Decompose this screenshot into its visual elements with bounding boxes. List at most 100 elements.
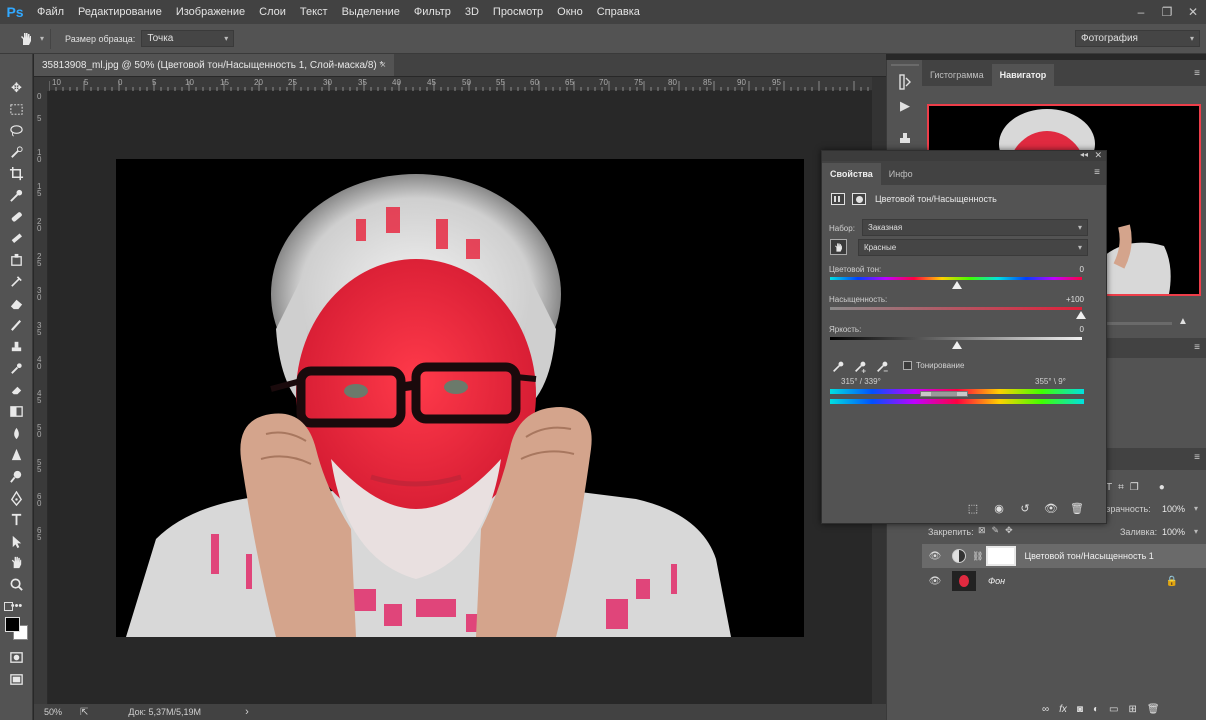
menu-layers[interactable]: Слои	[252, 6, 293, 18]
add-mask-icon[interactable]: ◙	[1077, 704, 1083, 715]
foreground-color-swatch[interactable]	[5, 617, 20, 632]
layer-thumbnail[interactable]	[952, 571, 976, 591]
channel-select[interactable]: Красные ▾	[858, 239, 1088, 256]
close-window-button[interactable]: ✕	[1180, 5, 1206, 19]
document-tab[interactable]: 35813908_ml.jpg @ 50% (Цветовой тон/Насы…	[34, 54, 394, 76]
new-layer-icon[interactable]: ⊞	[1128, 704, 1136, 715]
menu-window[interactable]: Окно	[550, 6, 590, 18]
quick-selection-tool-icon[interactable]	[6, 143, 27, 162]
eyedropper-minus-icon[interactable]	[876, 360, 889, 376]
opacity-value[interactable]: 100%	[1162, 504, 1185, 514]
dodge-tool-icon[interactable]	[6, 467, 27, 486]
filter-toggle-icon[interactable]: ●	[1159, 482, 1165, 493]
current-tool-icon[interactable]	[12, 31, 40, 47]
stamp-tool-icon[interactable]	[6, 337, 27, 356]
lock-position-icon[interactable]: ✥	[1005, 525, 1013, 536]
menu-select[interactable]: Выделение	[335, 6, 407, 18]
new-group-icon[interactable]: ▭	[1109, 704, 1118, 715]
link-layers-icon[interactable]: ∞	[1042, 704, 1049, 715]
lightness-value[interactable]: 0	[1080, 325, 1084, 334]
eyedropper-icon[interactable]	[832, 360, 845, 376]
brush-tool-icon[interactable]	[6, 229, 27, 248]
sharpen-tool-icon[interactable]	[6, 445, 27, 464]
restore-button[interactable]: ❐	[1154, 5, 1180, 19]
menu-3d[interactable]: 3D	[458, 6, 486, 18]
layer-row[interactable]: 👁 ⛓ Цветовой тон/Насыщенность 1	[922, 544, 1206, 568]
history-panel-icon[interactable]	[895, 72, 915, 92]
lightness-slider-thumb[interactable]	[952, 341, 962, 349]
lightness-slider[interactable]	[830, 337, 1082, 340]
reset-icon[interactable]: ↺	[1016, 502, 1034, 515]
tab-info[interactable]: Инфо	[881, 163, 921, 185]
hue-value[interactable]: 0	[1080, 265, 1084, 274]
minimize-button[interactable]: –	[1128, 5, 1154, 19]
menu-view[interactable]: Просмотр	[486, 6, 550, 18]
menu-file[interactable]: Файл	[30, 6, 71, 18]
view-previous-icon[interactable]: ◉	[990, 502, 1008, 515]
zoom-tool-icon[interactable]	[6, 575, 27, 594]
panel-menu-icon[interactable]: ≡	[1094, 167, 1100, 178]
layer-mask-thumbnail[interactable]	[986, 546, 1017, 566]
menu-type[interactable]: Текст	[293, 6, 335, 18]
healing-brush-tool-icon[interactable]	[6, 207, 27, 226]
tab-navigator[interactable]: Навигатор	[991, 64, 1055, 86]
targeted-adjustment-icon[interactable]	[830, 239, 847, 255]
tab-properties[interactable]: Свойства	[822, 163, 881, 185]
background-eraser-icon[interactable]	[6, 380, 27, 399]
eraser-tool-icon[interactable]	[6, 294, 27, 313]
visibility-eye-icon[interactable]: 👁	[924, 576, 946, 587]
clip-to-layer-icon[interactable]: ⬚	[964, 502, 982, 515]
clone-source-icon[interactable]	[895, 128, 915, 148]
fx-icon[interactable]: fx	[1059, 704, 1067, 715]
menu-image[interactable]: Изображение	[169, 6, 252, 18]
opacity-dropdown-icon[interactable]: ▾	[1194, 504, 1198, 513]
layer-row[interactable]: 👁 Фон 🔒	[922, 569, 1206, 593]
lock-transparent-icon[interactable]: ⊠	[978, 525, 986, 536]
layer-name[interactable]: Фон	[988, 576, 1005, 586]
brush-tool-2-icon[interactable]	[6, 315, 27, 334]
zoom-level[interactable]: 50%	[44, 707, 74, 717]
gradient-tool-icon[interactable]	[6, 402, 27, 421]
menu-help[interactable]: Справка	[590, 6, 647, 18]
fill-dropdown-icon[interactable]: ▾	[1194, 527, 1198, 536]
hue-slider-thumb[interactable]	[952, 281, 962, 289]
saturation-value[interactable]: +100	[1066, 295, 1084, 304]
close-icon[interactable]: ×	[380, 60, 386, 71]
workspace-select[interactable]: Фотография ▾	[1075, 30, 1200, 47]
delete-adjustment-icon[interactable]: 🗑	[1068, 502, 1086, 515]
lock-pixels-icon[interactable]: ✎	[992, 525, 1000, 536]
pen-tool-icon[interactable]	[6, 489, 27, 508]
marquee-tool-icon[interactable]	[6, 100, 27, 119]
panel-menu-icon[interactable]: ≡	[1194, 68, 1200, 79]
zoom-in-icon[interactable]: ▲	[1178, 316, 1188, 327]
delete-layer-icon[interactable]: 🗑	[1147, 704, 1160, 715]
fill-value[interactable]: 100%	[1162, 527, 1185, 537]
color-range-selector[interactable]	[920, 391, 968, 397]
type-tool-icon[interactable]	[6, 510, 27, 529]
menu-filter[interactable]: Фильтр	[407, 6, 458, 18]
screen-mode-icon[interactable]	[6, 670, 27, 689]
document-image[interactable]	[116, 159, 804, 637]
close-icon[interactable]: ✕	[1094, 150, 1102, 161]
art-history-brush-icon[interactable]	[6, 359, 27, 378]
crop-tool-icon[interactable]	[6, 164, 27, 183]
colorize-checkbox[interactable]	[903, 361, 912, 370]
panel-menu-icon[interactable]: ≡	[1194, 342, 1200, 353]
default-colors-icon[interactable]	[4, 602, 13, 611]
blur-tool-icon[interactable]	[6, 424, 27, 443]
filter-smart-icon[interactable]: ❐	[1130, 482, 1139, 493]
path-selection-tool-icon[interactable]	[6, 532, 27, 551]
hand-tool-icon[interactable]	[6, 553, 27, 572]
quick-mask-icon[interactable]	[6, 648, 27, 667]
preset-select[interactable]: Заказная ▾	[862, 219, 1088, 236]
saturation-slider[interactable]	[830, 307, 1082, 310]
sample-size-select[interactable]: Точка ▾	[141, 30, 235, 47]
move-tool-icon[interactable]: ✥	[6, 78, 27, 97]
menu-edit[interactable]: Редактирование	[71, 6, 169, 18]
eyedropper-plus-icon[interactable]	[854, 360, 867, 376]
toggle-visibility-icon[interactable]: 👁	[1042, 502, 1060, 515]
export-icon[interactable]: ⇱	[80, 707, 88, 718]
mask-link-icon[interactable]: ⛓	[972, 551, 983, 562]
hue-slider[interactable]	[830, 277, 1082, 280]
actions-play-icon[interactable]: ▶	[895, 96, 915, 116]
